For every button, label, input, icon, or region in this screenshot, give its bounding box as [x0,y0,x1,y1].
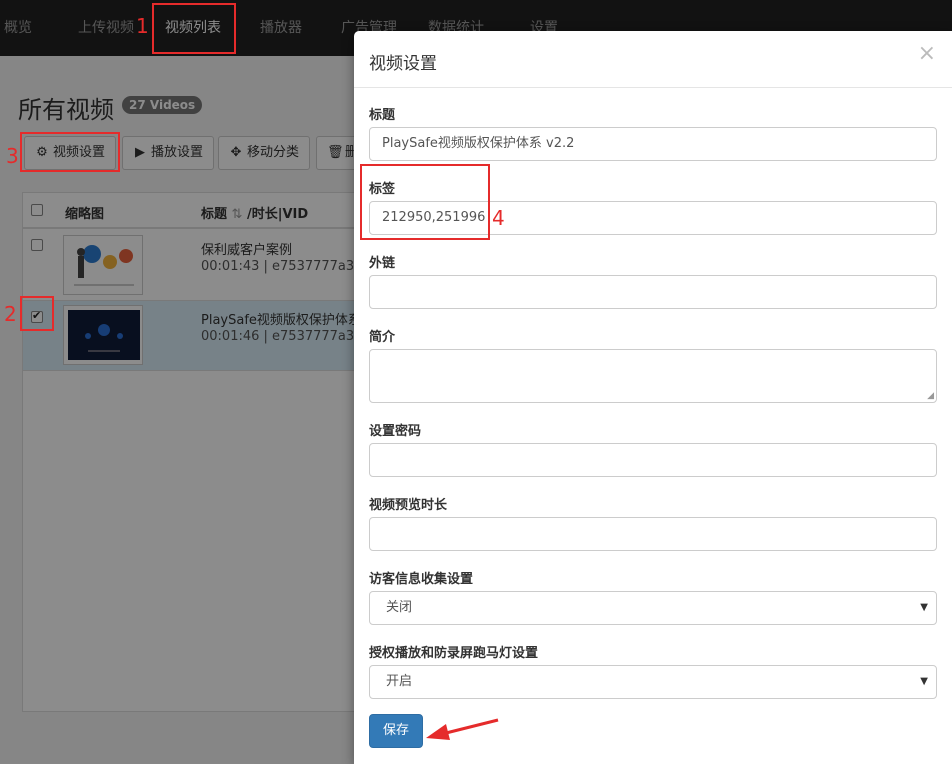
password-input[interactable] [369,443,937,477]
auth-marquee-value: 开启 [386,674,413,689]
preview-duration-label: 视频预览时长 [369,498,448,513]
annotation-number-1: 1 [136,14,149,38]
annotation-arrow-icon [426,718,499,740]
auth-marquee-label: 授权播放和防录屏跑马灯设置 [369,646,539,661]
chevron-down-icon: ▼ [920,602,928,613]
annotation-box-video-settings [20,132,120,172]
title-input[interactable]: PlaySafe视频版权保护体系 v2.2 [369,127,937,161]
annotation-number-4: 4 [492,206,505,230]
preview-duration-input[interactable] [369,517,937,551]
visitor-info-value: 关闭 [386,600,413,615]
external-link-label: 外链 [369,256,396,271]
annotation-number-2: 2 [4,302,17,326]
chevron-down-icon: ▼ [920,676,928,687]
annotation-number-3: 3 [6,144,19,168]
modal-title: 视频设置 [369,54,437,74]
password-label: 设置密码 [369,424,422,439]
visitor-info-select[interactable]: 关闭 ▼ [369,591,937,625]
visitor-info-label: 访客信息收集设置 [369,572,474,587]
intro-textarea[interactable]: ◢ [369,349,937,403]
video-settings-modal: 视频设置 × 标题 PlaySafe视频版权保护体系 v2.2 标签 21295… [354,31,952,764]
modal-header: 视频设置 × [354,31,952,88]
close-icon[interactable]: × [918,43,936,65]
annotation-box-tags [360,164,490,240]
title-label: 标题 [369,108,396,123]
auth-marquee-select[interactable]: 开启 ▼ [369,665,937,699]
save-button[interactable]: 保存 [369,714,423,748]
resize-grip-icon[interactable]: ◢ [927,392,934,401]
intro-label: 简介 [369,330,396,345]
annotation-box-checkbox [20,296,54,331]
external-link-input[interactable] [369,275,937,309]
annotation-box-nav [152,3,236,54]
